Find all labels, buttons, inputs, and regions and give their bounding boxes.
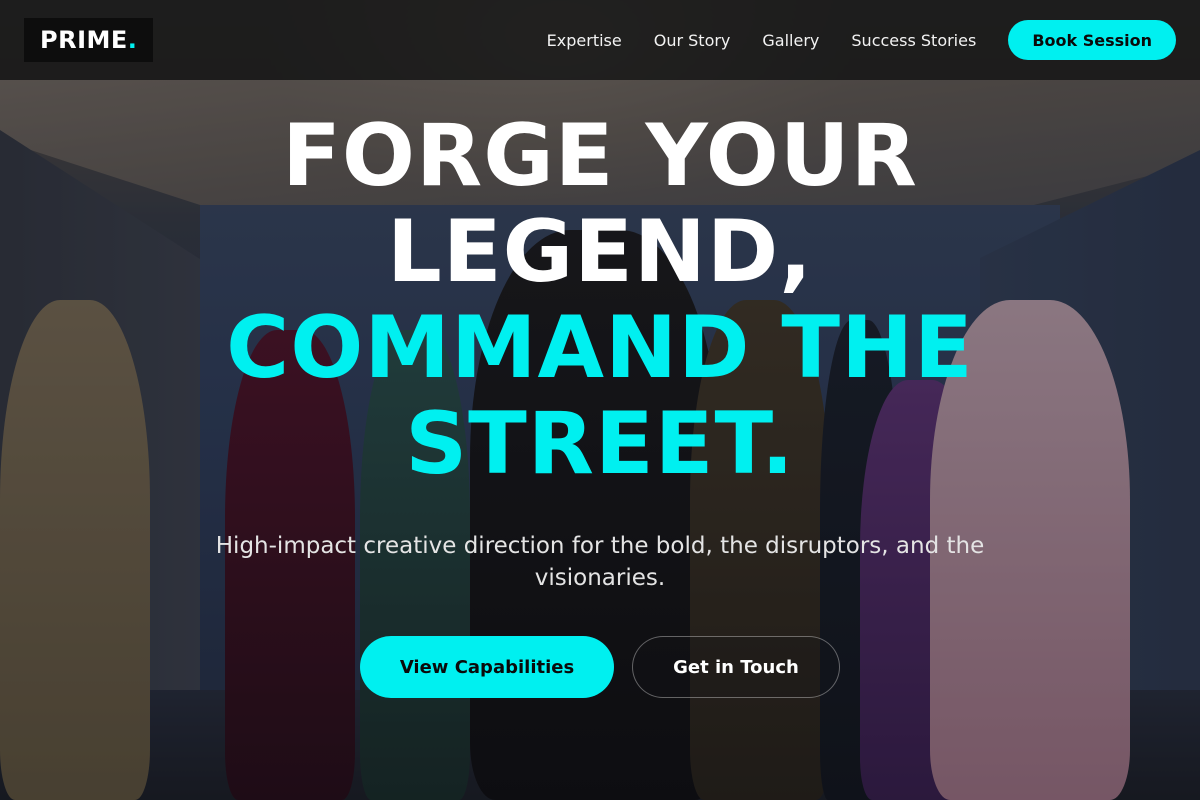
nav-link-expertise[interactable]: Expertise xyxy=(547,31,622,50)
headline-line-1: FORGE YOUR xyxy=(282,106,918,206)
get-in-touch-button[interactable]: Get in Touch xyxy=(632,636,840,698)
landing-page: PRIME. Expertise Our Story Gallery Succe… xyxy=(0,0,1200,800)
headline-line-4: STREET. xyxy=(405,394,795,494)
hero-section: FORGE YOUR LEGEND, COMMAND THE STREET. H… xyxy=(0,108,1200,698)
top-navbar: PRIME. Expertise Our Story Gallery Succe… xyxy=(0,0,1200,80)
hero-subtitle: High-impact creative direction for the b… xyxy=(215,533,985,591)
nav-link-success-stories[interactable]: Success Stories xyxy=(851,31,976,50)
brand-logo-dot: . xyxy=(127,26,138,54)
nav-link-our-story[interactable]: Our Story xyxy=(654,31,731,50)
headline-line-2: LEGEND, xyxy=(387,202,813,302)
brand-logo-text: PRIME xyxy=(40,26,128,54)
hero-headline: FORGE YOUR LEGEND, COMMAND THE STREET. xyxy=(0,108,1200,492)
book-session-button[interactable]: Book Session xyxy=(1008,20,1176,60)
view-capabilities-button[interactable]: View Capabilities xyxy=(360,636,614,698)
headline-line-3: COMMAND THE xyxy=(226,298,974,398)
brand-logo[interactable]: PRIME. xyxy=(24,18,154,62)
nav-link-gallery[interactable]: Gallery xyxy=(762,31,819,50)
hero-cta-row: View Capabilities Get in Touch xyxy=(0,636,1200,698)
main-nav: Expertise Our Story Gallery Success Stor… xyxy=(547,20,1176,60)
